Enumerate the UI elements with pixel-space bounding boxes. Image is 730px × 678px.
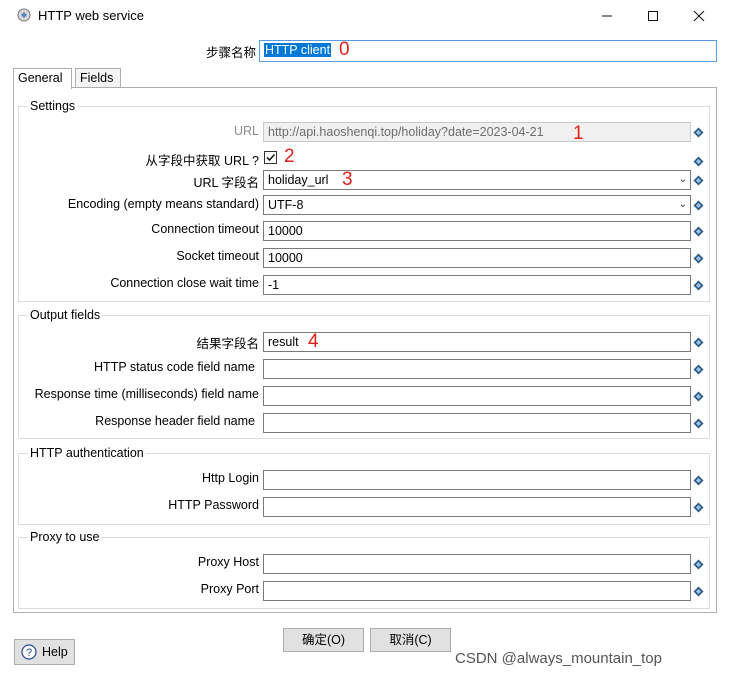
encoding-combo[interactable]: UTF-8 ⌄ (263, 195, 691, 215)
app-icon (17, 8, 31, 22)
svg-text:?: ? (26, 647, 32, 659)
checkmark-icon (266, 153, 276, 162)
url-from-field-checkbox[interactable] (264, 151, 277, 164)
result-field-label: 结果字段名 (196, 337, 259, 351)
proxy-port-label: Proxy Port (200, 582, 259, 596)
variable-icon[interactable] (693, 364, 704, 375)
http-password-input[interactable] (263, 497, 691, 517)
variable-icon[interactable] (693, 156, 704, 167)
close-icon (693, 10, 705, 22)
proxy-port-input[interactable] (263, 581, 691, 601)
result-field-input[interactable]: result (263, 332, 691, 352)
url-field-name-combo[interactable]: holiday_url ⌄ (263, 170, 691, 190)
ok-button-label: 确定(O) (301, 633, 346, 647)
variable-icon[interactable] (693, 200, 704, 211)
variable-icon[interactable] (693, 391, 704, 402)
step-name-label: 步骤名称 (205, 46, 256, 60)
status-code-input[interactable] (263, 359, 691, 379)
variable-icon[interactable] (693, 337, 704, 348)
encoding-label: Encoding (empty means standard) (67, 197, 259, 211)
marker-1: 1 (573, 123, 584, 144)
socket-timeout-value: 10000 (268, 251, 303, 265)
settings-group-title: Settings (28, 99, 78, 113)
variable-icon[interactable] (693, 559, 704, 570)
variable-icon[interactable] (693, 280, 704, 291)
url-input: http://api.haoshenqi.top/holiday?date=20… (263, 122, 691, 142)
minimize-button[interactable] (584, 0, 630, 32)
close-wait-value: -1 (268, 278, 280, 292)
variable-icon[interactable] (693, 502, 704, 513)
help-icon: ? (21, 644, 37, 660)
result-field-value: result (268, 335, 299, 349)
chevron-down-icon: ⌄ (678, 199, 687, 210)
step-name-input[interactable]: HTTP client (259, 40, 717, 62)
variable-icon[interactable] (693, 418, 704, 429)
tab-general-label: General (18, 71, 63, 85)
tab-fields[interactable]: Fields (75, 68, 121, 88)
maximize-button[interactable] (630, 0, 676, 32)
marker-2: 2 (284, 146, 295, 167)
response-time-input[interactable] (263, 386, 691, 406)
help-button[interactable]: ? Help (14, 639, 75, 665)
variable-icon[interactable] (693, 475, 704, 486)
connection-timeout-value: 10000 (268, 224, 303, 238)
marker-3: 3 (342, 169, 353, 190)
url-value: http://api.haoshenqi.top/holiday?date=20… (268, 125, 544, 139)
close-wait-label: Connection close wait time (110, 276, 259, 290)
tab-general[interactable]: General (13, 68, 72, 89)
response-header-label: Response header field name (95, 414, 255, 428)
socket-timeout-input[interactable]: 10000 (263, 248, 691, 268)
url-field-name-value: holiday_url (268, 173, 329, 187)
status-code-label: HTTP status code field name (94, 360, 255, 374)
url-label: URL (233, 124, 259, 138)
variable-icon[interactable] (693, 586, 704, 597)
minimize-icon (602, 15, 612, 17)
connection-timeout-input[interactable]: 10000 (263, 221, 691, 241)
marker-0: 0 (339, 39, 350, 60)
connection-timeout-label: Connection timeout (151, 222, 259, 236)
output-group-title: Output fields (28, 308, 103, 322)
response-time-label: Response time (milliseconds) field name (34, 387, 259, 401)
variable-icon[interactable] (693, 175, 704, 186)
help-button-label: Help (42, 645, 68, 659)
title-bar: HTTP web service (0, 0, 730, 32)
proxy-host-input[interactable] (263, 554, 691, 574)
auth-group-title: HTTP authentication (28, 446, 146, 460)
variable-icon[interactable] (693, 226, 704, 237)
step-name-value: HTTP client (264, 43, 332, 57)
dialog-window: HTTP web service 步骤名称 HTTP client 0 Gene… (0, 0, 730, 678)
cancel-button-label: 取消(C) (389, 633, 432, 647)
chevron-down-icon: ⌄ (678, 174, 687, 185)
http-password-label: HTTP Password (168, 498, 259, 512)
variable-icon[interactable] (693, 127, 704, 138)
proxy-host-label: Proxy Host (197, 555, 259, 569)
encoding-value: UTF-8 (268, 198, 304, 212)
cancel-button[interactable]: 取消(C) (370, 628, 451, 652)
url-from-field-label: 从字段中获取 URL ? (145, 154, 259, 168)
tab-fields-label: Fields (80, 71, 114, 85)
variable-icon[interactable] (693, 253, 704, 264)
marker-4: 4 (308, 331, 319, 352)
response-header-input[interactable] (263, 413, 691, 433)
window-title: HTTP web service (38, 8, 144, 23)
http-login-input[interactable] (263, 470, 691, 490)
ok-button[interactable]: 确定(O) (283, 628, 364, 652)
url-field-name-label: URL 字段名 (193, 176, 259, 190)
maximize-icon (648, 11, 658, 21)
close-button[interactable] (676, 0, 722, 32)
proxy-group-title: Proxy to use (28, 530, 102, 544)
watermark: CSDN @always_mountain_top (455, 650, 662, 667)
http-login-label: Http Login (202, 471, 259, 485)
socket-timeout-label: Socket timeout (176, 249, 259, 263)
close-wait-input[interactable]: -1 (263, 275, 691, 295)
